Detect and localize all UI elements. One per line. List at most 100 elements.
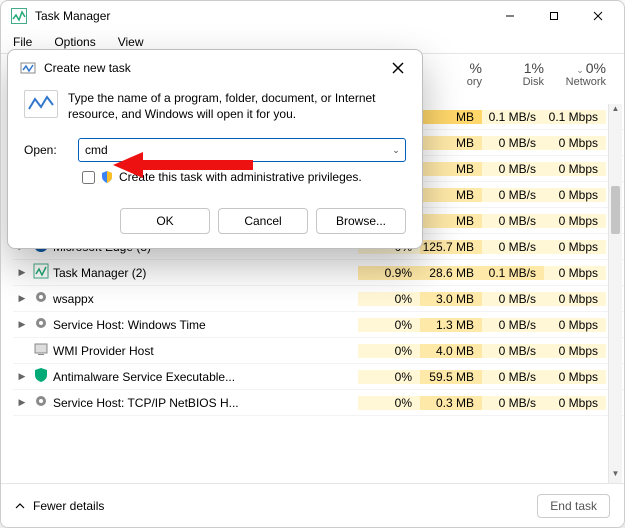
chevron-down-icon[interactable]: ⌄ bbox=[387, 145, 405, 156]
process-name: WMI Provider Host bbox=[51, 344, 358, 358]
process-name: Antimalware Service Executable... bbox=[51, 370, 358, 384]
network-cell: 0 Mbps bbox=[544, 396, 606, 410]
dialog-title: Create new task bbox=[44, 61, 386, 75]
shield-icon bbox=[101, 171, 113, 183]
table-row[interactable]: WMI Provider Host0%4.0 MB0 MB/s0 Mbps bbox=[13, 338, 624, 364]
memory-cell: 125.7 MB bbox=[420, 240, 482, 254]
disk-cell: 0 MB/s bbox=[482, 292, 544, 306]
scroll-up-icon[interactable]: ▲ bbox=[609, 104, 622, 118]
memory-cell: 1.3 MB bbox=[420, 318, 482, 332]
process-icon bbox=[31, 289, 51, 308]
scroll-down-icon[interactable]: ▼ bbox=[609, 469, 622, 483]
window-title: Task Manager bbox=[35, 9, 488, 23]
disk-cell: 0 MB/s bbox=[482, 344, 544, 358]
process-icon bbox=[31, 393, 51, 412]
network-cell: 0 Mbps bbox=[544, 188, 606, 202]
memory-cell: 28.6 MB bbox=[420, 266, 482, 280]
network-cell: 0 Mbps bbox=[544, 266, 606, 280]
cpu-cell: 0% bbox=[358, 318, 420, 332]
minimize-button[interactable] bbox=[488, 2, 532, 30]
expand-icon[interactable]: ▶ bbox=[13, 267, 31, 278]
dialog-close-button[interactable] bbox=[386, 56, 410, 80]
process-name: Service Host: TCP/IP NetBIOS H... bbox=[51, 396, 358, 410]
cpu-cell: 0% bbox=[358, 396, 420, 410]
run-dialog-icon bbox=[20, 60, 36, 76]
network-cell: 0 Mbps bbox=[544, 136, 606, 150]
browse-button[interactable]: Browse... bbox=[316, 208, 406, 234]
network-cell: 0 Mbps bbox=[544, 162, 606, 176]
process-icon bbox=[31, 341, 51, 360]
disk-cell: 0 MB/s bbox=[482, 240, 544, 254]
memory-cell: MB bbox=[420, 214, 482, 228]
disk-cell: 0 MB/s bbox=[482, 188, 544, 202]
fewer-details-button[interactable]: Fewer details bbox=[15, 499, 104, 513]
end-task-button[interactable]: End task bbox=[537, 494, 610, 518]
admin-checkbox[interactable] bbox=[82, 171, 95, 184]
disk-cell: 0.1 MB/s bbox=[482, 110, 544, 124]
create-task-dialog: Create new task Type the name of a progr… bbox=[7, 49, 423, 249]
open-label: Open: bbox=[24, 143, 68, 157]
process-icon bbox=[31, 367, 51, 386]
network-cell: 0.1 Mbps bbox=[544, 110, 606, 124]
disk-cell: 0 MB/s bbox=[482, 136, 544, 150]
chevron-up-icon bbox=[15, 501, 25, 511]
table-row[interactable]: ▶ Service Host: TCP/IP NetBIOS H...0%0.3 … bbox=[13, 390, 624, 416]
disk-cell: 0 MB/s bbox=[482, 396, 544, 410]
task-manager-icon bbox=[11, 8, 27, 24]
memory-cell: 59.5 MB bbox=[420, 370, 482, 384]
cpu-cell: 0% bbox=[358, 344, 420, 358]
memory-cell: MB bbox=[420, 188, 482, 202]
process-icon bbox=[31, 315, 51, 334]
disk-cell: 0 MB/s bbox=[482, 162, 544, 176]
memory-cell: 3.0 MB bbox=[420, 292, 482, 306]
network-cell: 0 Mbps bbox=[544, 214, 606, 228]
dialog-description: Type the name of a program, folder, docu… bbox=[68, 90, 406, 122]
window-controls bbox=[488, 2, 620, 30]
header-disk[interactable]: 1%Disk bbox=[482, 60, 544, 88]
titlebar: Task Manager bbox=[1, 1, 624, 31]
open-combobox[interactable]: ⌄ bbox=[78, 138, 406, 162]
network-cell: 0 Mbps bbox=[544, 318, 606, 332]
header-memory[interactable]: %ory bbox=[420, 60, 482, 88]
network-cell: 0 Mbps bbox=[544, 344, 606, 358]
table-row[interactable]: ▶ Antimalware Service Executable...0%59.5… bbox=[13, 364, 624, 390]
memory-cell: 0.3 MB bbox=[420, 396, 482, 410]
cpu-cell: 0% bbox=[358, 370, 420, 384]
open-input[interactable] bbox=[79, 143, 387, 157]
expand-icon[interactable]: ▶ bbox=[13, 371, 31, 382]
network-cell: 0 Mbps bbox=[544, 240, 606, 254]
table-row[interactable]: ▶ Service Host: Windows Time0%1.3 MB0 MB/… bbox=[13, 312, 624, 338]
process-name: Service Host: Windows Time bbox=[51, 318, 358, 332]
ok-button[interactable]: OK bbox=[120, 208, 210, 234]
network-cell: 0 Mbps bbox=[544, 370, 606, 384]
scroll-thumb[interactable] bbox=[611, 186, 620, 234]
disk-cell: 0.1 MB/s bbox=[482, 266, 544, 280]
maximize-button[interactable] bbox=[532, 2, 576, 30]
process-icon bbox=[31, 263, 51, 282]
disk-cell: 0 MB/s bbox=[482, 318, 544, 332]
memory-cell: MB bbox=[420, 162, 482, 176]
close-button[interactable] bbox=[576, 2, 620, 30]
process-name: wsappx bbox=[51, 292, 358, 306]
cancel-button[interactable]: Cancel bbox=[218, 208, 308, 234]
task-manager-window: Task Manager File Options View %ory 1%Di… bbox=[0, 0, 625, 528]
cpu-cell: 0.9% bbox=[358, 266, 420, 280]
table-row[interactable]: ▶ wsappx0%3.0 MB0 MB/s0 Mbps bbox=[13, 286, 624, 312]
expand-icon[interactable]: ▶ bbox=[13, 293, 31, 304]
disk-cell: 0 MB/s bbox=[482, 214, 544, 228]
header-network[interactable]: ⌄0%Network bbox=[544, 60, 606, 88]
footer: Fewer details End task bbox=[1, 483, 624, 527]
column-headers: %ory 1%Disk ⌄0%Network bbox=[420, 60, 606, 88]
run-icon bbox=[24, 90, 58, 118]
memory-cell: MB bbox=[420, 136, 482, 150]
cpu-cell: 0% bbox=[358, 292, 420, 306]
memory-cell: MB bbox=[420, 110, 482, 124]
scrollbar[interactable]: ▲ ▼ bbox=[608, 104, 622, 483]
table-row[interactable]: ▶ Task Manager (2)0.9%28.6 MB0.1 MB/s0 Mb… bbox=[13, 260, 624, 286]
expand-icon[interactable]: ▶ bbox=[13, 319, 31, 330]
memory-cell: 4.0 MB bbox=[420, 344, 482, 358]
network-cell: 0 Mbps bbox=[544, 292, 606, 306]
admin-label: Create this task with administrative pri… bbox=[119, 170, 362, 184]
expand-icon[interactable]: ▶ bbox=[13, 397, 31, 408]
process-name: Task Manager (2) bbox=[51, 266, 358, 280]
